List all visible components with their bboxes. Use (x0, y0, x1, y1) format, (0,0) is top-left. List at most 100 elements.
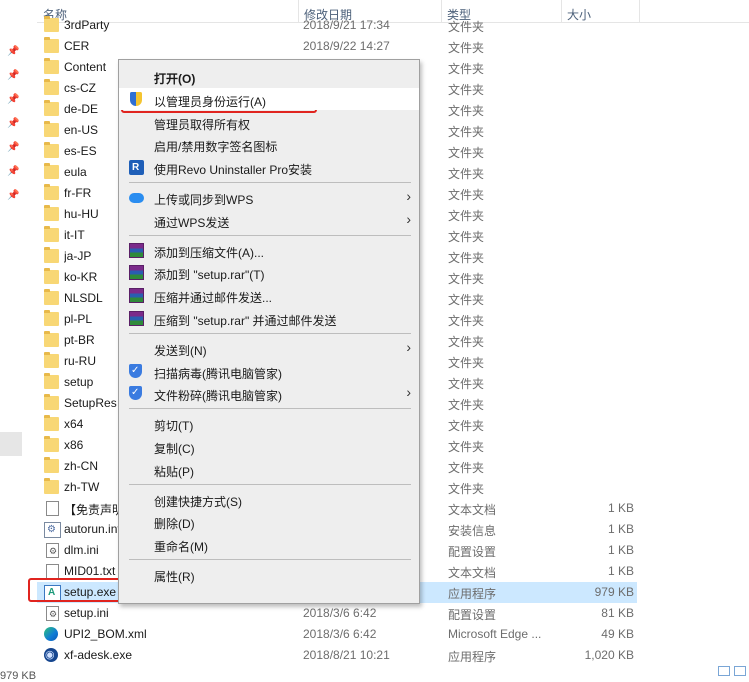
winrar-icon (129, 288, 144, 304)
file-type: 文件夹 (448, 419, 485, 433)
context-menu-item[interactable]: 剪切(T) (119, 412, 419, 434)
file-row[interactable]: setup.ini 2018/3/6 6:42 配置设置 81 KB (37, 603, 637, 624)
folder-icon (44, 310, 59, 326)
file-type: 文件夹 (448, 440, 485, 454)
menu-item-label: 压缩到 "setup.rar" 并通过邮件发送 (154, 314, 337, 328)
file-type: 文件夹 (448, 146, 485, 160)
file-type: 文件夹 (448, 293, 485, 307)
context-menu-item[interactable]: 启用/禁用数字签名图标 (119, 133, 419, 155)
menu-separator (129, 234, 411, 236)
file-row[interactable]: 3rdParty 2018/9/21 17:34 文件夹 (37, 15, 637, 36)
file-name: 3rdParty (64, 18, 110, 32)
menu-item-label: 添加到压缩文件(A)... (154, 245, 264, 260)
menu-item-label: 压缩并通过邮件发送... (154, 291, 273, 306)
menu-item-label: 粘贴(P) (154, 464, 194, 479)
file-date: 2018/3/6 6:42 (303, 606, 377, 620)
file-row[interactable]: xf-adesk.exe 2018/8/21 10:21 应用程序 1,020 KB (37, 645, 637, 666)
menu-item-label: 通过WPS发送 (154, 215, 230, 230)
folder-icon (44, 79, 59, 95)
pin-icon: 📌 (7, 94, 20, 105)
submenu-chevron-icon: › (406, 384, 411, 401)
large-icons-view-icon[interactable] (734, 666, 746, 676)
winrar-icon (129, 242, 144, 258)
menu-item-label: 打开(O) (154, 72, 196, 86)
context-menu-item[interactable]: 复制(C) (119, 435, 419, 457)
file-type: 文件夹 (448, 461, 485, 475)
menu-item-label: 删除(D) (154, 517, 195, 532)
keygen-exe-icon (44, 648, 58, 662)
edge-icon (44, 627, 58, 641)
file-row[interactable]: CER 2018/9/22 14:27 文件夹 (37, 36, 637, 57)
pin-icon: 📌 (7, 70, 20, 81)
file-date: 2018/9/22 14:27 (303, 39, 390, 53)
folder-icon (44, 268, 59, 284)
folder-icon (44, 331, 59, 347)
context-menu-item[interactable]: 创建快捷方式(S) (119, 488, 419, 510)
file-type: 文件夹 (448, 125, 485, 139)
file-date: 2018/9/21 17:34 (303, 18, 390, 32)
file-type: 文件夹 (448, 230, 485, 244)
folder-icon (44, 247, 59, 263)
file-type: 应用程序 (448, 650, 497, 664)
file-type: 文件夹 (448, 356, 485, 370)
pin-icon: 📌 (7, 142, 20, 153)
context-menu-item[interactable]: 重命名(M) (119, 533, 419, 555)
file-type: 文本文档 (448, 566, 497, 580)
context-menu-item[interactable]: 删除(D) (119, 510, 419, 532)
context-menu-item[interactable]: 上传或同步到WPS › (119, 186, 419, 208)
menu-item-label: 复制(C) (154, 442, 195, 456)
menu-item-label: 使用Revo Uninstaller Pro安装 (154, 163, 313, 178)
file-size: 1 KB (607, 522, 634, 536)
text-file-icon (46, 564, 59, 579)
context-menu-item[interactable]: 添加到 "setup.rar"(T) (119, 261, 419, 283)
status-bar-selection-size: 979 KB (0, 670, 37, 682)
nav-selected-item[interactable] (0, 432, 22, 456)
folder-icon (44, 37, 59, 53)
context-menu-item[interactable]: 属性(R) (119, 563, 419, 585)
menu-item-label: 文件粉碎(腾讯电脑管家) (154, 389, 282, 404)
menu-item-label: 启用/禁用数字签名图标 (154, 140, 278, 155)
file-name: UPI2_BOM.xml (64, 627, 147, 641)
context-menu-item[interactable]: 以管理员身份运行(A) (119, 87, 419, 110)
file-row[interactable]: UPI2_BOM.xml 2018/3/6 6:42 Microsoft Edge … (37, 624, 637, 645)
menu-separator (129, 332, 411, 334)
file-size: 1,020 KB (584, 648, 634, 662)
uac-shield-icon (130, 91, 142, 106)
menu-separator (129, 483, 411, 485)
context-menu-item[interactable]: 管理员取得所有权 (119, 111, 419, 133)
context-menu-item[interactable]: 使用Revo Uninstaller Pro安装 (119, 156, 419, 178)
folder-icon (44, 373, 59, 389)
file-type: 应用程序 (448, 587, 497, 601)
context-menu-item[interactable]: 打开(O) (119, 65, 419, 87)
context-menu-item[interactable]: 压缩并通过邮件发送... (119, 284, 419, 306)
context-menu-item[interactable]: 粘贴(P) (119, 458, 419, 480)
context-menu-item[interactable]: 发送到(N) › (119, 337, 419, 359)
revo-icon (129, 160, 144, 176)
context-menu-item[interactable]: 通过WPS发送 › (119, 209, 419, 231)
context-menu-item[interactable]: 文件粉碎(腾讯电脑管家) › (119, 382, 419, 404)
tencent-pcmgr-icon (129, 363, 142, 378)
menu-separator (129, 559, 411, 560)
folder-icon (44, 352, 59, 368)
context-menu-item[interactable]: 扫描病毒(腾讯电脑管家) (119, 360, 419, 382)
details-view-icon[interactable] (718, 666, 730, 676)
folder-icon (44, 289, 59, 305)
pin-icon: 📌 (7, 166, 20, 177)
menu-item-label: 重命名(M) (154, 540, 208, 555)
folder-icon (44, 205, 59, 221)
folder-icon (44, 184, 59, 200)
folder-icon (44, 100, 59, 116)
submenu-chevron-icon: › (406, 188, 411, 204)
file-type: 配置设置 (448, 545, 497, 559)
context-menu-item[interactable]: 压缩到 "setup.rar" 并通过邮件发送 (119, 307, 419, 329)
menu-item-label: 剪切(T) (154, 419, 194, 434)
menu-item-label: 上传或同步到WPS (154, 193, 254, 207)
file-type: 配置设置 (448, 608, 497, 622)
file-type: 文件夹 (448, 398, 485, 412)
file-size: 979 KB (594, 585, 634, 599)
winrar-icon (129, 311, 144, 326)
context-menu-item[interactable]: 添加到压缩文件(A)... (119, 239, 419, 261)
menu-item-label: 添加到 "setup.rar"(T) (154, 268, 265, 283)
folder-icon (44, 226, 59, 242)
file-type: 文件夹 (448, 167, 485, 181)
